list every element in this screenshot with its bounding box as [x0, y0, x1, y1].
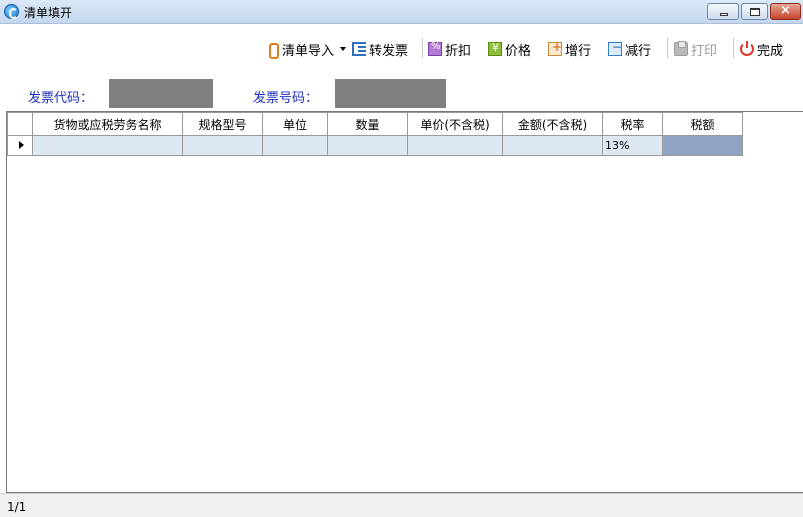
row-selector[interactable] — [7, 135, 33, 156]
column-header-amount[interactable]: 金额(不含税) — [502, 112, 603, 136]
import-icon — [265, 42, 279, 59]
toolbar-separator — [733, 38, 734, 58]
column-header-tax-amount[interactable]: 税额 — [662, 112, 743, 136]
table-row[interactable]: 13% — [7, 135, 743, 156]
page-indicator: 1/1 — [7, 500, 27, 514]
minimize-button[interactable] — [707, 3, 739, 20]
header-row: 货物或应税劳务名称 规格型号 单位 数量 单价(不含税) 金额(不含税) 税率 … — [7, 112, 743, 136]
transfer-invoice-icon — [352, 42, 366, 56]
status-bar: 1/1 — [0, 493, 803, 517]
item-table: 货物或应税劳务名称 规格型号 单位 数量 单价(不含税) 金额(不含税) 税率 … — [7, 112, 743, 156]
cell-name[interactable] — [32, 135, 183, 156]
add-row-button[interactable]: 增行 — [548, 40, 592, 59]
import-list-button[interactable]: 清单导入 — [265, 40, 347, 59]
invoice-number-value — [335, 79, 446, 108]
print-button[interactable]: 打印 — [674, 40, 718, 59]
transfer-invoice-label: 转发票 — [369, 43, 409, 59]
close-icon: × — [780, 3, 791, 18]
discount-button[interactable]: 折扣 — [428, 40, 472, 59]
column-header-unit-price[interactable]: 单价(不含税) — [407, 112, 503, 136]
add-row-label: 增行 — [565, 43, 592, 59]
window-title: 清单填开 — [24, 6, 73, 20]
item-grid: 货物或应税劳务名称 规格型号 单位 数量 单价(不含税) 金额(不含税) 税率 … — [6, 111, 803, 493]
minimize-icon — [720, 13, 728, 16]
cell-unit[interactable] — [262, 135, 328, 156]
title-bar: 清单填开 × — [0, 0, 803, 24]
import-label: 清单导入 — [282, 43, 335, 59]
cell-spec[interactable] — [182, 135, 263, 156]
discount-label: 折扣 — [445, 43, 472, 59]
column-header-quantity[interactable]: 数量 — [327, 112, 408, 136]
cell-tax-rate[interactable]: 13% — [602, 135, 663, 156]
maximize-button[interactable] — [741, 3, 768, 20]
app-logo-icon — [4, 4, 19, 19]
column-header-unit[interactable]: 单位 — [262, 112, 328, 136]
transfer-invoice-button[interactable]: 转发票 — [352, 40, 409, 59]
cell-unit-price[interactable] — [407, 135, 503, 156]
cell-tax-amount[interactable] — [662, 135, 743, 156]
dropdown-arrow-icon[interactable] — [340, 47, 347, 51]
power-icon — [740, 41, 754, 56]
print-label: 打印 — [691, 43, 718, 59]
cell-quantity[interactable] — [327, 135, 408, 156]
add-row-icon — [548, 40, 562, 56]
close-button[interactable]: × — [770, 3, 801, 20]
printer-icon — [674, 41, 688, 56]
invoice-number-label: 发票号码： — [253, 91, 319, 106]
column-header-tax-rate[interactable]: 税率 — [602, 112, 663, 136]
column-header-name[interactable]: 货物或应税劳务名称 — [32, 112, 183, 136]
current-row-arrow-icon — [18, 141, 24, 149]
price-button[interactable]: 价格 — [488, 40, 532, 59]
price-label: 价格 — [505, 43, 532, 59]
delete-row-label: 减行 — [625, 43, 652, 59]
delete-row-icon — [608, 40, 622, 56]
finish-button[interactable]: 完成 — [740, 40, 784, 59]
column-header-spec[interactable]: 规格型号 — [182, 112, 263, 136]
invoice-code-label: 发票代码： — [28, 91, 94, 106]
invoice-code-value — [109, 79, 213, 108]
toolbar: 清单导入 转发票 折扣 价格 增行 减行 打印 完成 — [0, 24, 803, 72]
cell-amount[interactable] — [502, 135, 603, 156]
discount-icon — [428, 41, 442, 56]
corner-header[interactable] — [7, 112, 33, 136]
toolbar-separator — [667, 38, 668, 58]
price-icon — [488, 41, 502, 56]
toolbar-separator — [422, 38, 423, 58]
delete-row-button[interactable]: 减行 — [608, 40, 652, 59]
finish-label: 完成 — [757, 43, 784, 59]
maximize-icon — [750, 8, 760, 16]
